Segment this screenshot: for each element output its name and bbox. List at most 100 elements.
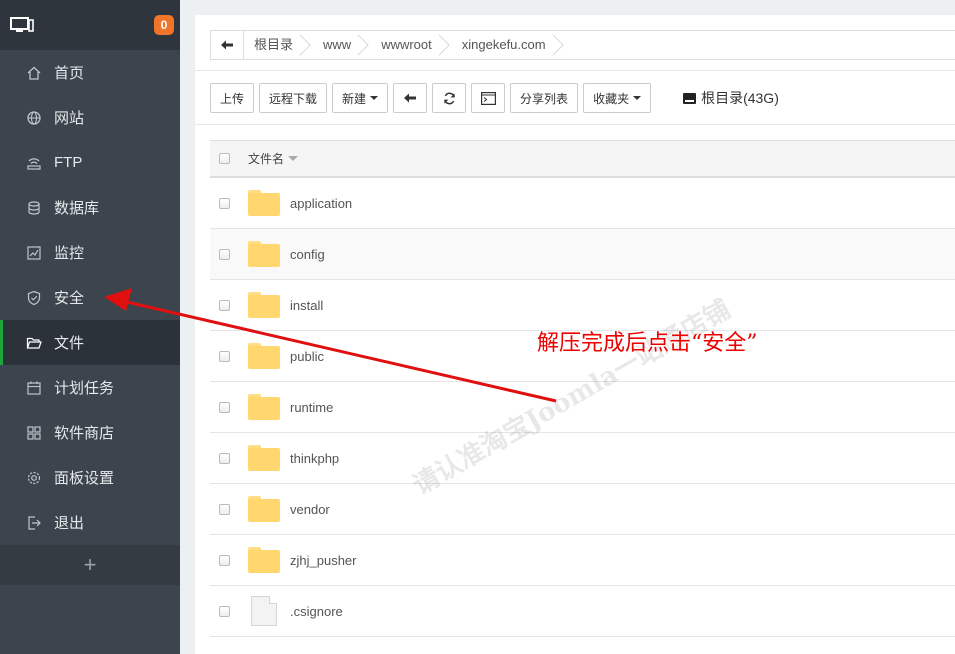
- sidebar-item-label: 数据库: [54, 200, 100, 217]
- breadcrumb-item[interactable]: 根目录: [244, 31, 313, 59]
- table-row[interactable]: config: [210, 229, 955, 280]
- file-name[interactable]: .csignore: [290, 604, 343, 619]
- share-list-button[interactable]: 分享列表: [510, 83, 579, 113]
- folder-icon: [248, 394, 280, 420]
- hard-drive-icon: [683, 92, 697, 104]
- divider: [195, 70, 955, 71]
- disk-label: 根目录(43G): [701, 90, 779, 106]
- file-table: 文件名 application config install public ru…: [210, 140, 955, 637]
- folder-icon: [248, 496, 280, 522]
- sidebar-item-store[interactable]: 软件商店: [0, 410, 180, 455]
- shield-icon: [26, 290, 42, 306]
- sidebar-item-home[interactable]: 首页: [0, 50, 180, 95]
- apps-grid-icon: [26, 425, 42, 441]
- file-name[interactable]: vendor: [290, 502, 330, 517]
- disk-selector[interactable]: 根目录(43G): [683, 88, 779, 108]
- file-icon: [251, 596, 277, 626]
- file-name[interactable]: thinkphp: [290, 451, 339, 466]
- database-icon: [26, 200, 42, 216]
- row-checkbox[interactable]: [219, 350, 230, 362]
- sidebar-item-settings[interactable]: 面板设置: [0, 455, 180, 500]
- breadcrumb-item[interactable]: www: [313, 31, 371, 59]
- file-name[interactable]: install: [290, 298, 323, 313]
- sidebar-item-label: 计划任务: [54, 380, 115, 397]
- sidebar-item-database[interactable]: 数据库: [0, 185, 180, 230]
- caret-down-icon: [370, 96, 379, 100]
- row-checkbox[interactable]: [219, 503, 230, 515]
- sidebar-item-label: 文件: [54, 335, 85, 352]
- folder-icon: [248, 190, 280, 216]
- new-button-label: 新建: [342, 91, 367, 106]
- new-dropdown-button[interactable]: 新建: [332, 83, 389, 113]
- sidebar-item-website[interactable]: 网站: [0, 95, 180, 140]
- sidebar-item-label: 退出: [54, 515, 85, 532]
- row-checkbox[interactable]: [219, 248, 230, 260]
- table-row[interactable]: zjhj_pusher: [210, 535, 955, 586]
- ftp-icon: [26, 155, 42, 171]
- annotation-text: 解压完成后点击“安全”: [537, 331, 758, 356]
- sidebar-item-logout[interactable]: 退出: [0, 500, 180, 545]
- file-name[interactable]: zjhj_pusher: [290, 553, 357, 568]
- sidebar-item-ftp[interactable]: FTP: [0, 140, 180, 185]
- logout-icon: [26, 515, 42, 531]
- select-all-checkbox[interactable]: [219, 153, 230, 164]
- gear-icon: [26, 470, 42, 486]
- breadcrumb-item[interactable]: wwwroot: [371, 31, 452, 59]
- sort-caret-icon[interactable]: [288, 156, 299, 161]
- sidebar-item-label: FTP: [54, 154, 83, 171]
- row-checkbox[interactable]: [219, 299, 230, 311]
- column-header-filename[interactable]: 文件名: [248, 150, 284, 167]
- file-name[interactable]: runtime: [290, 400, 333, 415]
- notification-badge[interactable]: 0: [154, 15, 174, 35]
- sidebar-item-label: 软件商店: [54, 425, 115, 442]
- row-checkbox[interactable]: [219, 197, 230, 209]
- sidebar-item-files[interactable]: 文件: [0, 320, 180, 365]
- calendar-icon: [26, 380, 42, 396]
- refresh-button[interactable]: [432, 83, 467, 113]
- add-button[interactable]: +: [0, 545, 180, 585]
- table-row[interactable]: thinkphp: [210, 433, 955, 484]
- table-row[interactable]: vendor: [210, 484, 955, 535]
- sidebar-item-label: 监控: [54, 245, 85, 262]
- favorites-dropdown-button[interactable]: 收藏夹: [583, 83, 652, 113]
- breadcrumb-item[interactable]: xingekefu.com: [452, 31, 566, 59]
- breadcrumb: 根目录 www wwwroot xingekefu.com: [210, 30, 955, 60]
- table-row[interactable]: .csignore: [210, 586, 955, 637]
- upload-button[interactable]: 上传: [210, 83, 255, 113]
- divider: [195, 124, 955, 125]
- globe-icon: [26, 110, 42, 126]
- monitor-icon[interactable]: [10, 16, 34, 34]
- row-checkbox[interactable]: [219, 401, 230, 413]
- terminal-button[interactable]: [471, 83, 506, 113]
- sidebar-item-label: 首页: [54, 65, 85, 82]
- sidebar-item-label: 安全: [54, 290, 85, 307]
- sidebar-item-cron[interactable]: 计划任务: [0, 365, 180, 410]
- table-row[interactable]: runtime: [210, 382, 955, 433]
- breadcrumb-back-button[interactable]: [211, 31, 244, 59]
- go-back-button[interactable]: [393, 83, 428, 113]
- folder-icon: [248, 343, 280, 369]
- sidebar-header: 0: [0, 0, 180, 50]
- home-icon: [26, 65, 42, 81]
- file-name[interactable]: application: [290, 196, 352, 211]
- arrow-left-icon: [404, 93, 417, 103]
- table-row[interactable]: application: [210, 178, 955, 229]
- folder-icon: [248, 445, 280, 471]
- remote-download-button[interactable]: 远程下载: [259, 83, 328, 113]
- sidebar-menu: 首页 网站 FTP 数据库 监控 安全 文件 计划任务 软件商店 面板设置 退出: [0, 50, 180, 545]
- row-checkbox[interactable]: [219, 452, 230, 464]
- row-checkbox[interactable]: [219, 554, 230, 566]
- file-name[interactable]: config: [290, 247, 325, 262]
- row-checkbox[interactable]: [219, 605, 230, 617]
- monitor-chart-icon: [26, 245, 42, 261]
- table-row[interactable]: install: [210, 280, 955, 331]
- arrow-left-icon: [221, 40, 233, 50]
- caret-down-icon: [633, 96, 642, 100]
- folder-icon: [248, 547, 280, 573]
- sidebar-item-security[interactable]: 安全: [0, 275, 180, 320]
- favorites-button-label: 收藏夹: [593, 91, 630, 106]
- folder-icon: [248, 292, 280, 318]
- file-name[interactable]: public: [290, 349, 324, 364]
- sidebar-item-monitor[interactable]: 监控: [0, 230, 180, 275]
- sidebar-item-label: 面板设置: [54, 470, 115, 487]
